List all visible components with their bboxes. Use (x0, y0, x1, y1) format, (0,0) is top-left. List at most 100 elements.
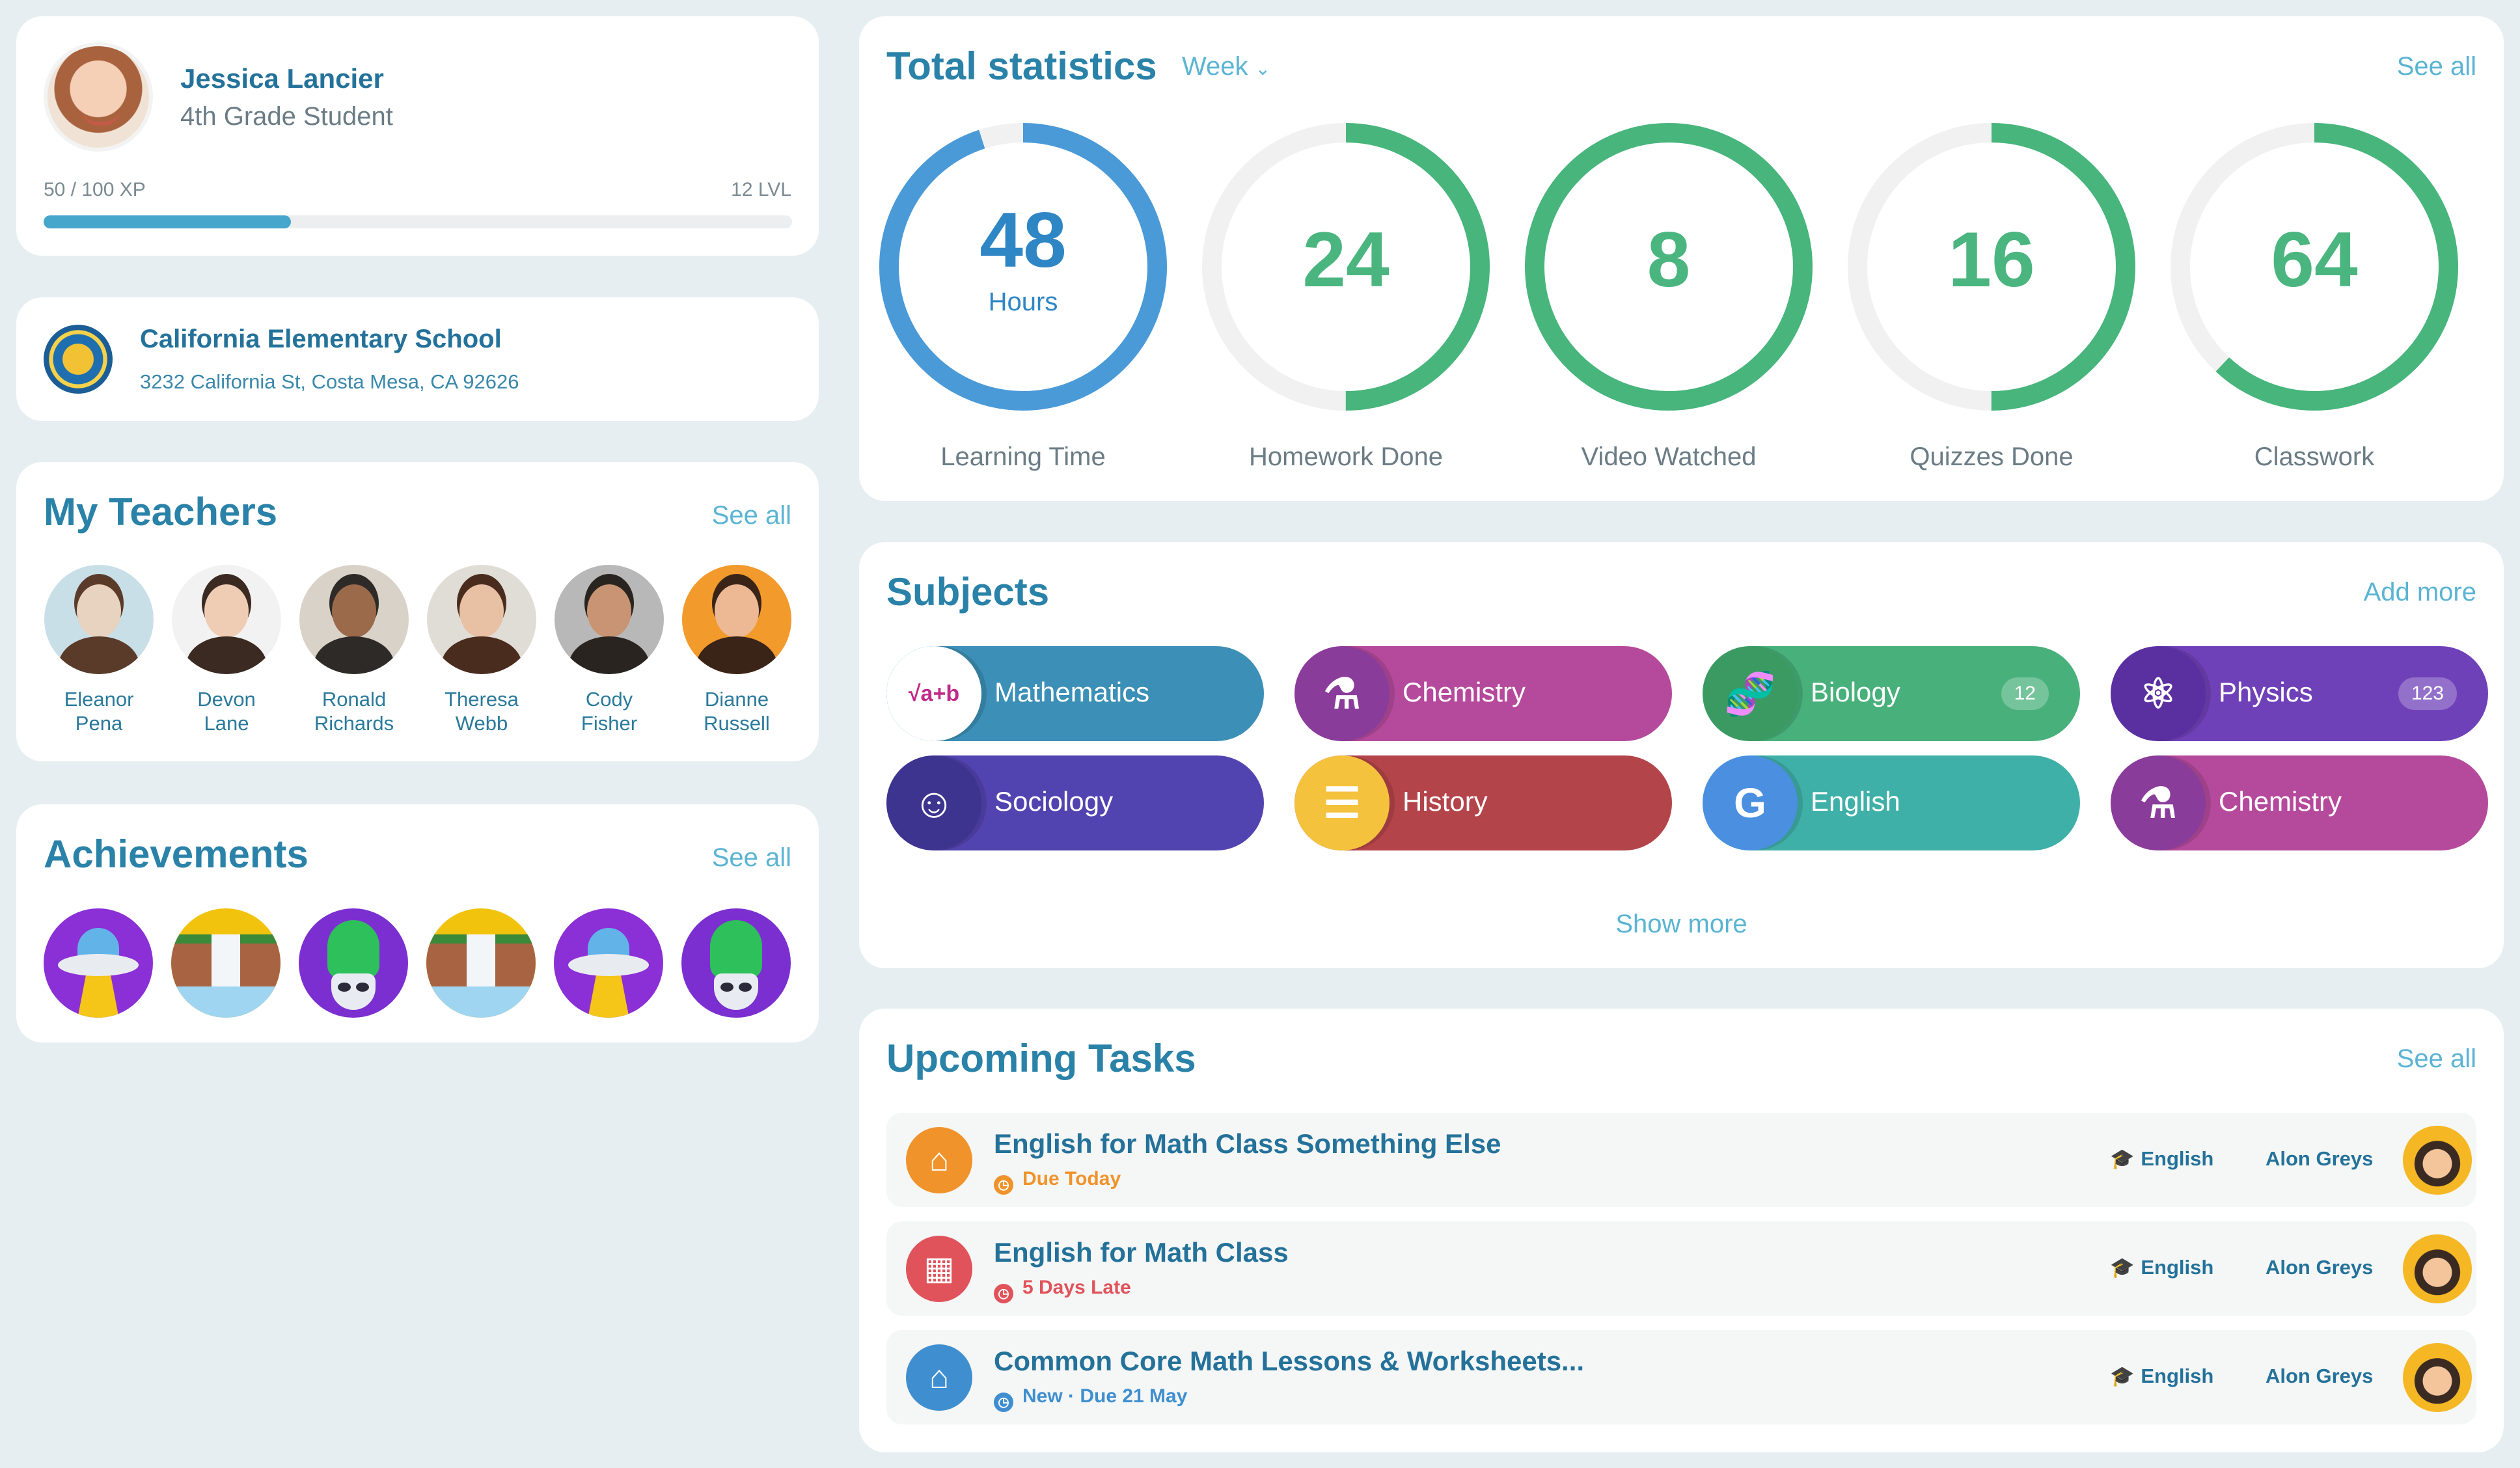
subject-label: Mathematics (994, 677, 1150, 707)
teacher-name: Eleanor Pena (44, 687, 154, 735)
subject-label: History (1403, 786, 1488, 817)
stat-value: 8 (1647, 216, 1691, 303)
teacher-body (696, 636, 777, 674)
school-name: California Elementary School (140, 325, 502, 353)
teacher-last-name: Richards (314, 712, 394, 735)
teachers-title: My Teachers (44, 490, 278, 534)
teachers-card: My Teachers See all Eleanor Pena Devon Lane… (16, 462, 819, 761)
student-avatar[interactable] (44, 42, 153, 152)
alien-eye (739, 983, 752, 992)
task-due-text: Due Today (1022, 1168, 1121, 1189)
ufo-badge-icon[interactable] (554, 908, 663, 1018)
school-card[interactable]: California Elementary School 3232 Califo… (16, 297, 819, 421)
stat-label: Quizzes Done (1910, 442, 2074, 471)
teacher-last-name: Lane (204, 712, 249, 735)
task-subject-text: English (2141, 1147, 2214, 1170)
clock-icon: ◷ (994, 1393, 1013, 1412)
subject-pill-sociology[interactable]: ☺ Sociology (886, 755, 1264, 850)
stat-item: 48 Hours Learning Time (873, 117, 1173, 472)
alien-face (714, 973, 758, 1010)
stat-item: 24 Homework Done (1196, 117, 1496, 472)
teacher-head (459, 584, 504, 638)
teacher-item[interactable]: Eleanor Pena (44, 565, 154, 735)
task-row[interactable]: ⌂ Common Core Math Lessons & Worksheets..… (886, 1330, 2476, 1424)
stat-item: 64 Classwork (2165, 117, 2464, 472)
school-icon: ▦ (906, 1236, 972, 1302)
subject-pill-mathematics[interactable]: √a+b Mathematics (886, 646, 1264, 741)
icon-glyph: ⚗ (1323, 670, 1361, 717)
tasks-title: Upcoming Tasks (886, 1037, 1196, 1080)
stat-label: Learning Time (940, 442, 1106, 471)
ufo-badge-icon[interactable] (44, 908, 153, 1018)
total-statistics-card: Total statistics Week ⌄ See all 48 Hours L… (859, 16, 2504, 501)
statistics-see-all-link[interactable]: See all (2397, 52, 2476, 81)
statistics-title: Total statistics (886, 44, 1157, 88)
clock-icon: ◷ (994, 1175, 1013, 1195)
stat-value: 64 (2271, 216, 2358, 303)
teacher-item[interactable]: Cody Fisher (554, 565, 664, 735)
water-pool (171, 986, 281, 1018)
waterfall-badge-icon[interactable] (426, 908, 536, 1018)
alien-face (331, 973, 376, 1010)
student-role: 4th Grade Student (180, 102, 393, 131)
subject-label: Chemistry (1403, 677, 1526, 707)
teacher-name: Devon Lane (171, 687, 282, 735)
translate-icon: G (1703, 755, 1798, 850)
task-title[interactable]: Common Core Math Lessons & Worksheets... (994, 1346, 1584, 1377)
task-due-text: 5 Days Late (1022, 1277, 1131, 1298)
stat-value: 48 (979, 197, 1067, 284)
xp-progress-bar (44, 215, 792, 228)
icon-glyph: ☺ (912, 780, 955, 826)
dna-icon: 🧬 (1703, 646, 1798, 741)
teacher-head (204, 584, 249, 638)
subject-label: Sociology (994, 786, 1114, 817)
subject-pill-english[interactable]: G English (1703, 755, 2080, 850)
period-dropdown[interactable]: Week ⌄ (1182, 52, 1270, 81)
teacher-item[interactable]: Ronald Richards (299, 565, 409, 735)
subject-count-badge: 123 (2398, 677, 2457, 710)
teacher-item[interactable]: Theresa Webb (426, 565, 537, 735)
teacher-item[interactable]: Dianne Russell (681, 565, 792, 735)
alien-eye (356, 983, 369, 992)
teacher-avatar[interactable] (2403, 1343, 2472, 1412)
alien-badge-icon[interactable] (299, 908, 408, 1018)
person-icon: ☺ (886, 755, 981, 850)
stat-label: Homework Done (1249, 442, 1443, 471)
subject-pill-history[interactable]: ☰ History (1294, 755, 1672, 850)
alien-head (710, 920, 762, 979)
icon-glyph: √a+b (908, 681, 960, 706)
teacher-head (77, 584, 121, 638)
teacher-avatar (555, 565, 664, 674)
teacher-first-name: Ronald (322, 688, 387, 711)
task-title[interactable]: English for Math Class (994, 1237, 1289, 1268)
teacher-first-name: Theresa (445, 688, 519, 711)
teacher-last-name: Pena (75, 712, 123, 735)
task-due: ◷ Due Today (994, 1168, 1121, 1195)
teacher-avatar[interactable] (2403, 1234, 2472, 1303)
waterfall-badge-icon[interactable] (171, 908, 281, 1018)
water-pool (426, 986, 536, 1018)
teacher-avatar[interactable] (2403, 1126, 2472, 1195)
task-row[interactable]: ▦ English for Math Class ◷ 5 Days Late 🎓 Engl… (886, 1221, 2476, 1316)
subject-pill-biology[interactable]: 🧬 Biology 12 (1703, 646, 2080, 741)
alien-badge-icon[interactable] (681, 908, 791, 1018)
subject-pill-chemistry[interactable]: ⚗ Chemistry (2111, 755, 2488, 850)
teacher-avatar (44, 565, 154, 674)
teachers-see-all-link[interactable]: See all (712, 501, 791, 530)
tasks-see-all-link[interactable]: See all (2397, 1044, 2476, 1074)
task-teacher: Alon Greys (2266, 1365, 2374, 1387)
subject-pill-physics[interactable]: ⚛ Physics 123 (2111, 646, 2488, 741)
add-more-link[interactable]: Add more (2364, 578, 2476, 607)
show-more-link[interactable]: Show more (859, 910, 2504, 939)
task-row[interactable]: ⌂ English for Math Class Something Else ◷ D… (886, 1113, 2476, 1207)
task-due: ◷ New · Due 21 May (994, 1385, 1187, 1412)
subject-pill-chemistry[interactable]: ⚗ Chemistry (1294, 646, 1672, 741)
clock-icon: ◷ (994, 1284, 1013, 1303)
ufo-disc (58, 954, 139, 976)
teacher-name: Theresa Webb (426, 687, 537, 735)
teacher-last-name: Russell (704, 712, 770, 735)
teacher-item[interactable]: Devon Lane (171, 565, 282, 735)
task-title[interactable]: English for Math Class Something Else (994, 1128, 1501, 1160)
teacher-head (587, 584, 631, 638)
achievements-see-all-link[interactable]: See all (712, 843, 791, 873)
